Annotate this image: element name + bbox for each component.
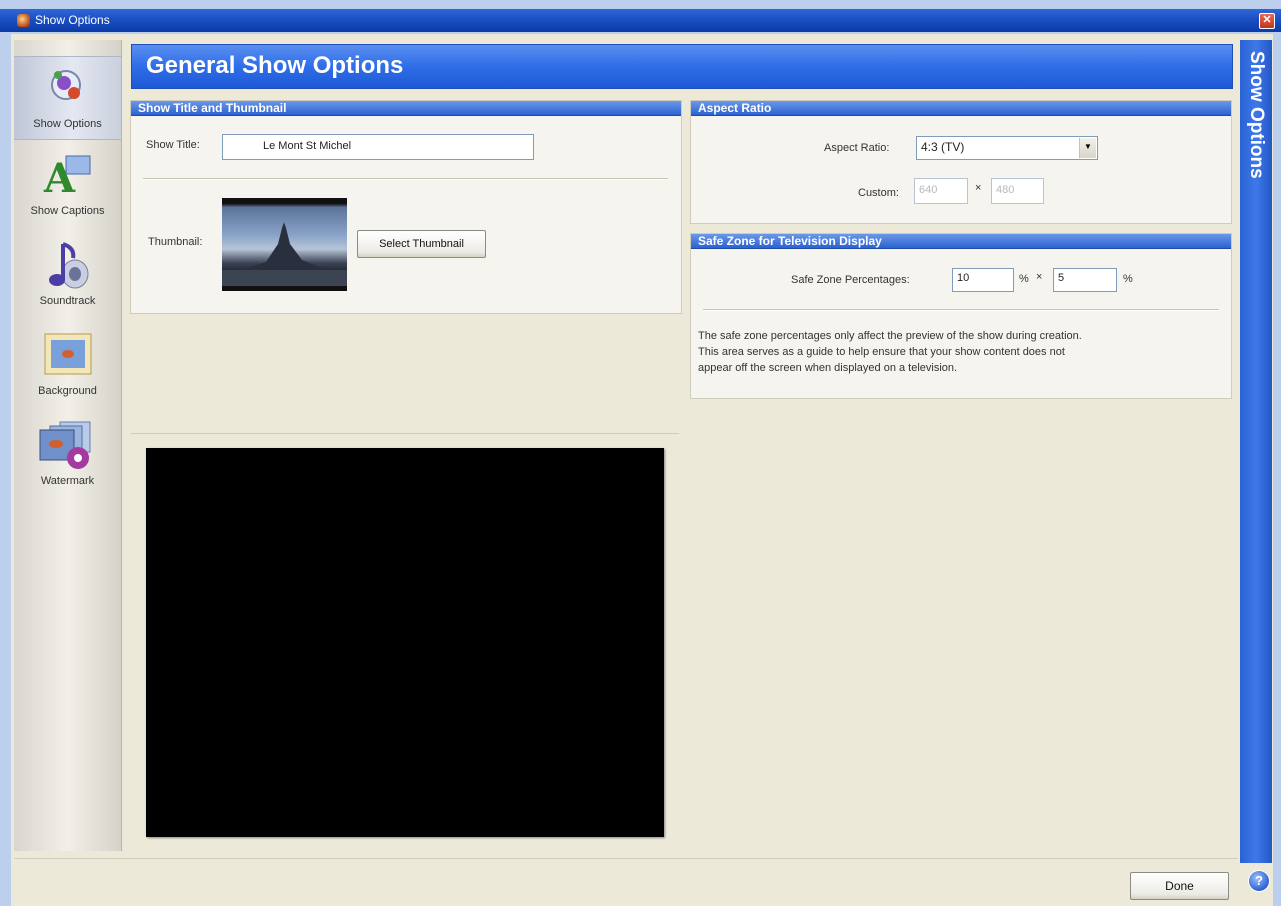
nav-item-watermark[interactable]: Watermark [14,414,121,496]
aspect-ratio-value: 4:3 (TV) [921,140,965,154]
chevron-down-icon[interactable]: ▼ [1079,138,1096,158]
safe-zone-percent-2: % [1123,273,1133,285]
mont-st-michel-image [222,222,347,286]
safe-zone-description-line: This area serves as a guide to help ensu… [698,346,1065,358]
aspect-ratio-label: Aspect Ratio: [824,142,890,154]
page-title: General Show Options [146,52,404,79]
safe-zone-description-line: The safe zone percentages only affect th… [698,330,1082,342]
safe-zone-horizontal-input[interactable]: 10 [952,268,1014,292]
show-preview [146,448,664,837]
title-thumbnail-heading: Show Title and Thumbnail [131,101,681,116]
safe-zone-heading: Safe Zone for Television Display [691,234,1231,249]
nav-item-show-captions[interactable]: A Show Captions [14,144,121,226]
show-title-label: Show Title: [146,139,200,151]
nav-label-soundtrack: Soundtrack [39,295,96,307]
aspect-ratio-panel: Aspect Ratio [690,100,1232,224]
footer-divider [14,858,1238,859]
nav-item-background[interactable]: Background [14,324,121,406]
app-icon [17,14,30,27]
nav-label-show-captions: Show Captions [30,205,105,217]
safe-zone-description: The safe zone percentages only affect th… [698,328,1228,376]
music-note-icon [48,242,88,289]
safe-zone-percent-1: % [1019,273,1029,285]
nav-label-show-options: Show Options [33,118,102,130]
nav-label-watermark: Watermark [40,475,95,487]
watermark-icon [39,421,90,469]
custom-label: Custom: [858,187,899,199]
thumbnail-image [222,198,347,291]
right-sidebar: Show Options [1240,40,1272,863]
nav-item-soundtrack[interactable]: Soundtrack [14,234,121,316]
custom-times-sign: × [975,182,982,194]
nav-label-background: Background [38,385,97,397]
custom-width-input[interactable]: 640 [914,178,968,204]
aspect-ratio-select[interactable]: 4:3 (TV) ▼ [916,136,1098,160]
safe-zone-label: Safe Zone Percentages: [791,274,910,286]
safe-zone-divider [703,309,1219,311]
custom-height-input[interactable]: 480 [991,178,1044,204]
window-title: Show Options [35,13,110,27]
background-image-icon [44,333,91,375]
right-sidebar-title: Show Options [1246,51,1267,179]
aspect-ratio-heading: Aspect Ratio [691,101,1231,116]
show-title-input[interactable]: Le Mont St Michel [222,134,534,160]
safe-zone-times-sign: × [1036,271,1043,283]
page-header: General Show Options [131,44,1233,89]
window-titlebar: Show Options ✕ [0,9,1281,32]
title-thumbnail-panel: Show Title and Thumbnail [130,100,682,314]
nav-item-show-options[interactable]: Show Options [14,56,121,140]
captions-icon: A [43,155,90,198]
select-thumbnail-button[interactable]: Select Thumbnail [357,230,486,258]
safe-zone-vertical-input[interactable]: 5 [1053,268,1117,292]
close-icon[interactable]: ✕ [1259,13,1275,29]
help-icon[interactable]: ? [1248,870,1270,892]
safe-zone-description-line: appear off the screen when displayed on … [698,362,958,374]
title-divider [143,178,668,180]
svg-text:A: A [43,155,76,198]
left-navigation: Show Options A Show Captions Soundtrack … [14,40,122,851]
done-button[interactable]: Done [1130,872,1229,900]
show-options-icon [50,70,81,100]
thumbnail-label: Thumbnail: [148,236,203,248]
